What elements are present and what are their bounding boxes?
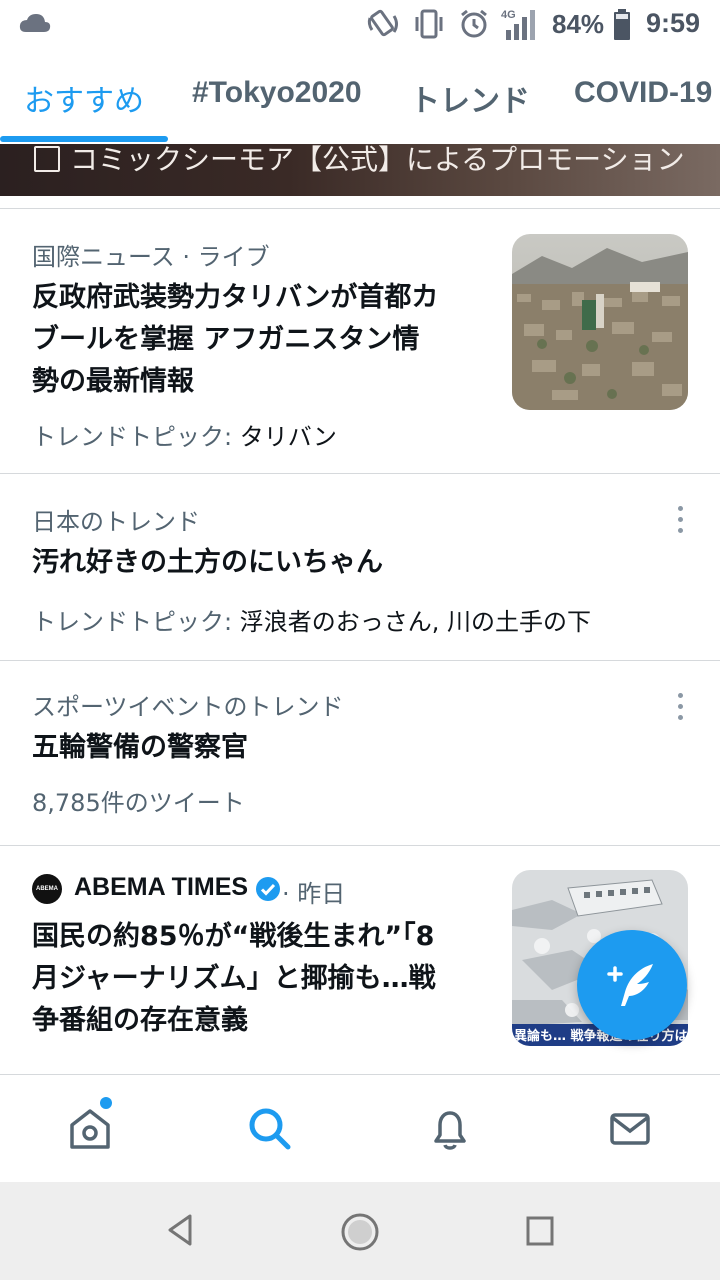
more-options-icon[interactable] (672, 506, 688, 540)
compose-tweet-button[interactable] (577, 930, 687, 1040)
abema-times-avatar: ABEMA (32, 874, 62, 904)
active-tab-indicator (0, 136, 168, 142)
vibrate-icon (415, 9, 443, 39)
news-thumbnail-kabul[interactable] (512, 234, 688, 410)
trend-item[interactable]: 国際ニュース · ライブ 反政府武装勢力タリバンが首都カ ブールを掌握 アフガニ… (0, 209, 720, 473)
more-options-icon[interactable] (672, 693, 688, 727)
battery-icon (614, 9, 630, 40)
vibrate-nfc-icon (367, 9, 398, 37)
news-headline: 国民の約85％が“戦後生まれ”「8 月ジャーナリズム」と揶揄も…戦 争番組の存在… (32, 921, 436, 1036)
trend-headline: 反政府武装勢力タリバンが首都カ ブールを掌握 アフガニスタン情 勢の最新情報 (32, 282, 439, 397)
alarm-icon (461, 9, 487, 38)
android-system-navigation (0, 1182, 720, 1280)
trend-topics: トレンドトピック: 浮浪者のおっさん, 川の土手の下 (32, 608, 591, 636)
trend-item[interactable]: スポーツイベントのトレンド 五輪警備の警察官 8,785件のツイート (0, 661, 720, 845)
news-timestamp: · 昨日 (282, 880, 346, 908)
trend-item[interactable]: 日本のトレンド 汚れ好きの土方のにいちゃん トレンドトピック: 浮浪者のおっさん… (0, 474, 720, 660)
battery-percent: 84% (552, 9, 605, 39)
notifications-icon[interactable] (426, 1105, 474, 1153)
status-bar: 4G 84% 9:59 (0, 0, 720, 48)
home-notification-dot (100, 1097, 112, 1109)
bottom-navigation (0, 1074, 720, 1182)
tab-trends[interactable]: トレンド (410, 76, 530, 120)
recent-apps-icon[interactable] (524, 1214, 556, 1250)
trend-headline: 五輪警備の警察官 (32, 732, 248, 763)
tab-tokyo2020[interactable]: #Tokyo2020 (192, 76, 362, 110)
search-icon[interactable] (246, 1105, 294, 1153)
promoted-label: コミックシーモア【公式】によるプロモーション (70, 144, 685, 176)
verified-badge-icon (256, 877, 280, 901)
trend-topics: トレンドトピック: タリバン (32, 423, 337, 451)
messages-icon[interactable] (606, 1105, 654, 1153)
promoted-banner[interactable]: コミックシーモア【公式】によるプロモーション (0, 144, 720, 196)
tab-covid19[interactable]: COVID-19 (574, 76, 712, 110)
clock: 9:59 (646, 8, 701, 38)
cloud-icon (19, 14, 51, 32)
home-icon[interactable] (66, 1105, 114, 1153)
explore-tabs: おすすめ #Tokyo2020 トレンド COVID-19 (0, 48, 720, 144)
trend-headline: 汚れ好きの土方のにいちゃん (32, 547, 383, 578)
svg-text:4G: 4G (501, 9, 516, 21)
tweet-count: 8,785件のツイート (32, 789, 245, 817)
trend-category: 国際ニュース · ライブ (32, 243, 270, 271)
news-source: ABEMA TIMES (74, 873, 249, 901)
promoted-icon (34, 146, 60, 172)
tab-recommended[interactable]: おすすめ (24, 76, 144, 120)
back-icon[interactable] (164, 1210, 196, 1250)
trend-category: スポーツイベントのトレンド (32, 693, 344, 721)
home-circle-icon[interactable] (340, 1212, 380, 1252)
compose-tweet-icon (607, 964, 653, 1006)
signal-4g-icon: 4G (501, 9, 535, 40)
trend-category: 日本のトレンド (32, 508, 200, 536)
